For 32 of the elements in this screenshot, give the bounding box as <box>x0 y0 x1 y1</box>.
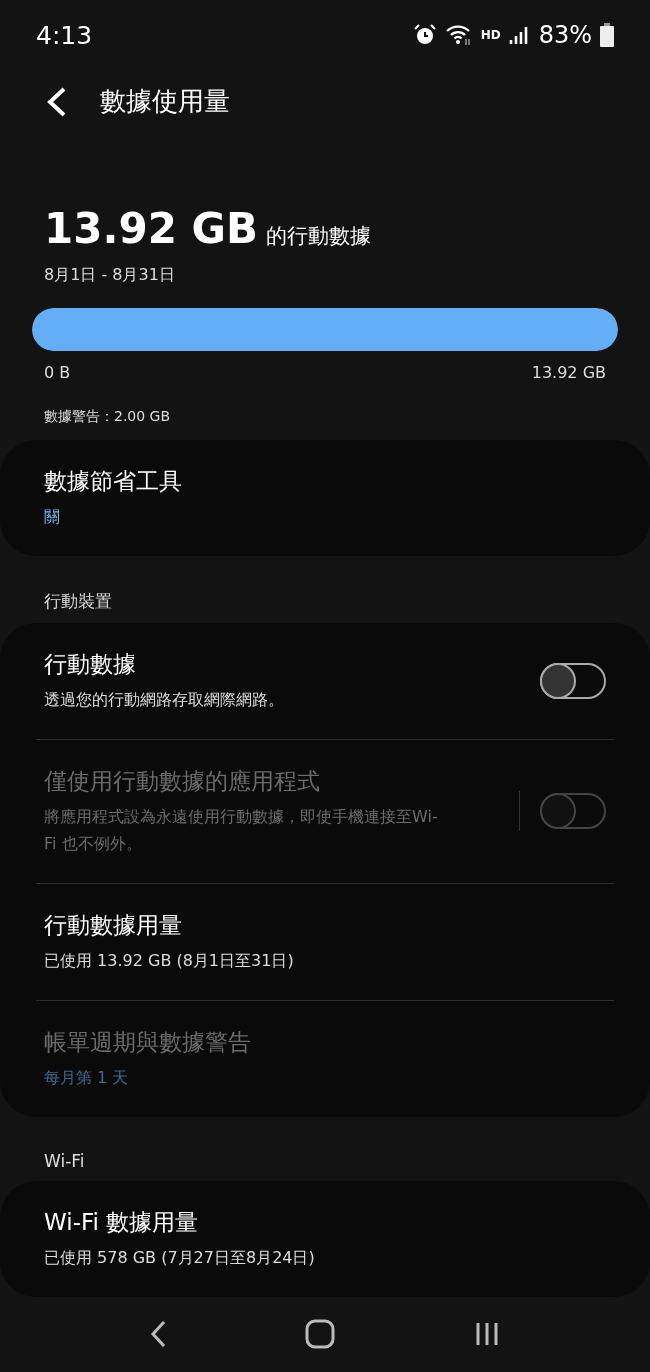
battery-level: 83% <box>538 21 592 50</box>
setting-title: 行動數據用量 <box>44 910 183 940</box>
usage-period: 8月1日 - 8月31日 <box>44 264 176 286</box>
usage-amount: 13.92 GB <box>44 203 258 253</box>
setting-summary: 透過您的行動網路存取網際網路。 <box>44 688 285 711</box>
setting-title: 數據節省工具 <box>44 466 183 496</box>
setting-title: Wi-Fi 數據用量 <box>44 1207 200 1237</box>
setting-summary: 已使用 13.92 GB (8月1日至31日) <box>44 949 295 972</box>
toggle-switch[interactable] <box>540 662 606 699</box>
usage-label: 的行動數據 <box>265 222 371 250</box>
network-label: HD <box>480 28 501 43</box>
setting-title: 僅使用行動數據的應用程式 <box>44 766 321 796</box>
setting-row[interactable]: 數據節省工具 關 <box>36 439 614 556</box>
battery-icon <box>600 23 614 48</box>
home-button[interactable] <box>305 1319 335 1350</box>
scale-min: 0 B <box>44 362 71 382</box>
setting-summary: 每月第 1 天 <box>44 1066 130 1089</box>
wifi-icon <box>444 23 473 48</box>
setting-title: 行動數據 <box>44 649 137 679</box>
setting-row[interactable]: 行動數據 透過您的行動網路存取網際網路。 <box>36 622 614 739</box>
setting-summary: 關 <box>44 505 61 528</box>
data-warning: 數據警告：2.00 GB <box>44 407 172 426</box>
setting-summary: 將應用程式設為永遠使用行動數據，即使手機連接至Wi-Fi 也不例外。 <box>44 805 439 855</box>
setting-title: 帳單週期與數據警告 <box>44 1027 252 1057</box>
clock-time: 4:13 <box>36 20 94 50</box>
scale-max: 13.92 GB <box>531 362 606 382</box>
setting-row[interactable]: Wi-Fi 數據用量 已使用 578 GB (7月27日至8月24日) <box>36 1180 614 1297</box>
section-header: 行動裝置 <box>43 589 113 613</box>
page-title: 數據使用量 <box>100 85 230 119</box>
setting-row[interactable]: 行動數據用量 已使用 13.92 GB (8月1日至31日) <box>36 882 614 1000</box>
setting-summary: 已使用 578 GB (7月27日至8月24日) <box>44 1246 316 1269</box>
section-header: Wi-Fi <box>43 1149 86 1173</box>
